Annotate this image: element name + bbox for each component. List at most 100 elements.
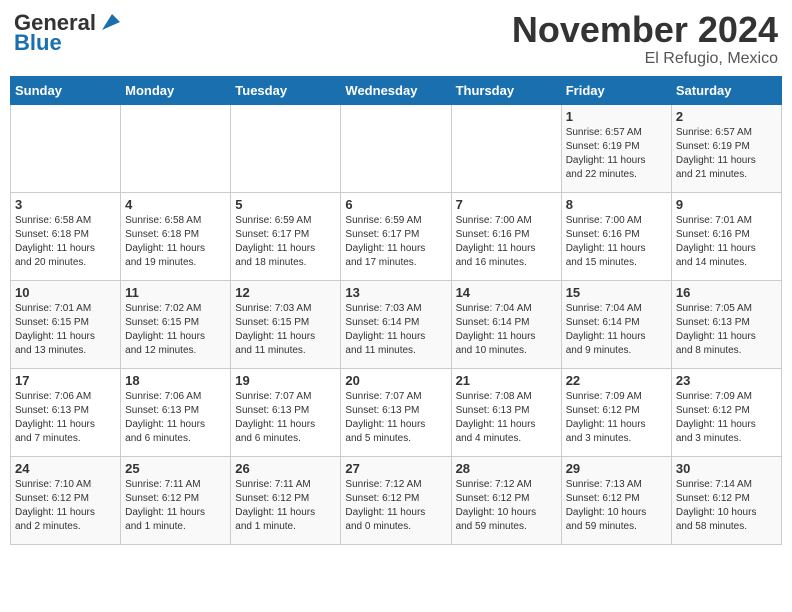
calendar-cell: 7 Sunrise: 7:00 AM Sunset: 6:16 PM Daylig… <box>451 192 561 280</box>
day-info: Sunrise: 7:01 AM Sunset: 6:16 PM Dayligh… <box>676 214 777 270</box>
day-info: Sunrise: 7:00 AM Sunset: 6:16 PM Dayligh… <box>566 214 667 270</box>
day-info: Sunrise: 7:03 AM Sunset: 6:15 PM Dayligh… <box>235 302 336 358</box>
day-info: Sunrise: 7:06 AM Sunset: 6:13 PM Dayligh… <box>15 390 116 446</box>
calendar-cell: 12 Sunrise: 7:03 AM Sunset: 6:15 PM Dayli… <box>231 280 341 368</box>
day-of-week-header: Thursday <box>451 76 561 104</box>
day-of-week-header: Monday <box>121 76 231 104</box>
calendar-cell: 23 Sunrise: 7:09 AM Sunset: 6:12 PM Dayli… <box>671 368 781 456</box>
day-info: Sunrise: 6:58 AM Sunset: 6:18 PM Dayligh… <box>15 214 116 270</box>
day-info: Sunrise: 7:13 AM Sunset: 6:12 PM Dayligh… <box>566 478 667 534</box>
calendar-cell: 8 Sunrise: 7:00 AM Sunset: 6:16 PM Daylig… <box>561 192 671 280</box>
day-number: 6 <box>345 197 446 212</box>
calendar-cell: 6 Sunrise: 6:59 AM Sunset: 6:17 PM Daylig… <box>341 192 451 280</box>
calendar-cell: 17 Sunrise: 7:06 AM Sunset: 6:13 PM Dayli… <box>11 368 121 456</box>
day-info: Sunrise: 7:11 AM Sunset: 6:12 PM Dayligh… <box>235 478 336 534</box>
day-number: 16 <box>676 285 777 300</box>
day-number: 26 <box>235 461 336 476</box>
calendar-cell: 27Sunrise: 7:12 AM Sunset: 6:12 PM Dayli… <box>341 456 451 544</box>
day-number: 7 <box>456 197 557 212</box>
day-number: 15 <box>566 285 667 300</box>
day-number: 30 <box>676 461 777 476</box>
day-info: Sunrise: 7:05 AM Sunset: 6:13 PM Dayligh… <box>676 302 777 358</box>
day-number: 4 <box>125 197 226 212</box>
day-number: 20 <box>345 373 446 388</box>
calendar-cell: 4 Sunrise: 6:58 AM Sunset: 6:18 PM Daylig… <box>121 192 231 280</box>
calendar-cell: 16 Sunrise: 7:05 AM Sunset: 6:13 PM Dayli… <box>671 280 781 368</box>
day-number: 10 <box>15 285 116 300</box>
calendar-cell: 5 Sunrise: 6:59 AM Sunset: 6:17 PM Daylig… <box>231 192 341 280</box>
day-info: Sunrise: 6:57 AM Sunset: 6:19 PM Dayligh… <box>676 126 777 182</box>
day-number: 1 <box>566 109 667 124</box>
calendar-cell <box>341 104 451 192</box>
calendar-cell: 20 Sunrise: 7:07 AM Sunset: 6:13 PM Dayli… <box>341 368 451 456</box>
day-number: 17 <box>15 373 116 388</box>
calendar-cell <box>11 104 121 192</box>
calendar-week-row: 17 Sunrise: 7:06 AM Sunset: 6:13 PM Dayli… <box>11 368 782 456</box>
logo: General Blue <box>14 10 120 56</box>
day-info: Sunrise: 7:04 AM Sunset: 6:14 PM Dayligh… <box>566 302 667 358</box>
day-number: 29 <box>566 461 667 476</box>
calendar-cell: 11 Sunrise: 7:02 AM Sunset: 6:15 PM Dayli… <box>121 280 231 368</box>
day-info: Sunrise: 7:04 AM Sunset: 6:14 PM Dayligh… <box>456 302 557 358</box>
day-info: Sunrise: 7:12 AM Sunset: 6:12 PM Dayligh… <box>456 478 557 534</box>
calendar-cell: 9Sunrise: 7:01 AM Sunset: 6:16 PM Daylig… <box>671 192 781 280</box>
day-number: 8 <box>566 197 667 212</box>
day-number: 21 <box>456 373 557 388</box>
day-number: 3 <box>15 197 116 212</box>
calendar-cell: 30 Sunrise: 7:14 AM Sunset: 6:12 PM Dayli… <box>671 456 781 544</box>
day-number: 19 <box>235 373 336 388</box>
day-info: Sunrise: 7:09 AM Sunset: 6:12 PM Dayligh… <box>676 390 777 446</box>
day-of-week-header: Tuesday <box>231 76 341 104</box>
day-number: 23 <box>676 373 777 388</box>
day-number: 14 <box>456 285 557 300</box>
day-number: 12 <box>235 285 336 300</box>
calendar-cell: 28 Sunrise: 7:12 AM Sunset: 6:12 PM Dayli… <box>451 456 561 544</box>
day-of-week-header: Wednesday <box>341 76 451 104</box>
day-number: 27 <box>345 461 446 476</box>
day-number: 2 <box>676 109 777 124</box>
calendar-cell: 3 Sunrise: 6:58 AM Sunset: 6:18 PM Daylig… <box>11 192 121 280</box>
day-info: Sunrise: 6:59 AM Sunset: 6:17 PM Dayligh… <box>345 214 446 270</box>
calendar-cell: 15 Sunrise: 7:04 AM Sunset: 6:14 PM Dayli… <box>561 280 671 368</box>
day-number: 24 <box>15 461 116 476</box>
day-info: Sunrise: 7:02 AM Sunset: 6:15 PM Dayligh… <box>125 302 226 358</box>
logo-blue: Blue <box>14 30 62 56</box>
calendar-cell: 14 Sunrise: 7:04 AM Sunset: 6:14 PM Dayli… <box>451 280 561 368</box>
calendar-week-row: 10 Sunrise: 7:01 AM Sunset: 6:15 PM Dayli… <box>11 280 782 368</box>
calendar-header-row: SundayMondayTuesdayWednesdayThursdayFrid… <box>11 76 782 104</box>
month-year-title: November 2024 <box>512 10 778 50</box>
day-info: Sunrise: 7:10 AM Sunset: 6:12 PM Dayligh… <box>15 478 116 534</box>
day-info: Sunrise: 7:14 AM Sunset: 6:12 PM Dayligh… <box>676 478 777 534</box>
day-info: Sunrise: 6:58 AM Sunset: 6:18 PM Dayligh… <box>125 214 226 270</box>
calendar-cell <box>121 104 231 192</box>
day-number: 5 <box>235 197 336 212</box>
calendar-cell: 29 Sunrise: 7:13 AM Sunset: 6:12 PM Dayli… <box>561 456 671 544</box>
day-number: 22 <box>566 373 667 388</box>
calendar-table: SundayMondayTuesdayWednesdayThursdayFrid… <box>10 76 782 545</box>
day-number: 25 <box>125 461 226 476</box>
day-info: Sunrise: 7:09 AM Sunset: 6:12 PM Dayligh… <box>566 390 667 446</box>
calendar-cell: 22 Sunrise: 7:09 AM Sunset: 6:12 PM Dayli… <box>561 368 671 456</box>
calendar-cell: 13Sunrise: 7:03 AM Sunset: 6:14 PM Dayli… <box>341 280 451 368</box>
calendar-cell: 21Sunrise: 7:08 AM Sunset: 6:13 PM Dayli… <box>451 368 561 456</box>
day-number: 28 <box>456 461 557 476</box>
day-info: Sunrise: 7:07 AM Sunset: 6:13 PM Dayligh… <box>345 390 446 446</box>
calendar-cell: 2 Sunrise: 6:57 AM Sunset: 6:19 PM Daylig… <box>671 104 781 192</box>
calendar-cell: 10 Sunrise: 7:01 AM Sunset: 6:15 PM Dayli… <box>11 280 121 368</box>
calendar-cell: 18Sunrise: 7:06 AM Sunset: 6:13 PM Dayli… <box>121 368 231 456</box>
calendar-cell: 19Sunrise: 7:07 AM Sunset: 6:13 PM Dayli… <box>231 368 341 456</box>
location-subtitle: El Refugio, Mexico <box>512 50 778 68</box>
calendar-cell: 1 Sunrise: 6:57 AM Sunset: 6:19 PM Daylig… <box>561 104 671 192</box>
calendar-week-row: 24 Sunrise: 7:10 AM Sunset: 6:12 PM Dayli… <box>11 456 782 544</box>
day-info: Sunrise: 6:57 AM Sunset: 6:19 PM Dayligh… <box>566 126 667 182</box>
day-of-week-header: Sunday <box>11 76 121 104</box>
day-info: Sunrise: 7:01 AM Sunset: 6:15 PM Dayligh… <box>15 302 116 358</box>
day-info: Sunrise: 7:11 AM Sunset: 6:12 PM Dayligh… <box>125 478 226 534</box>
day-number: 11 <box>125 285 226 300</box>
day-of-week-header: Friday <box>561 76 671 104</box>
calendar-cell <box>451 104 561 192</box>
day-info: Sunrise: 7:00 AM Sunset: 6:16 PM Dayligh… <box>456 214 557 270</box>
calendar-week-row: 3 Sunrise: 6:58 AM Sunset: 6:18 PM Daylig… <box>11 192 782 280</box>
day-info: Sunrise: 6:59 AM Sunset: 6:17 PM Dayligh… <box>235 214 336 270</box>
title-block: November 2024 El Refugio, Mexico <box>512 10 778 68</box>
